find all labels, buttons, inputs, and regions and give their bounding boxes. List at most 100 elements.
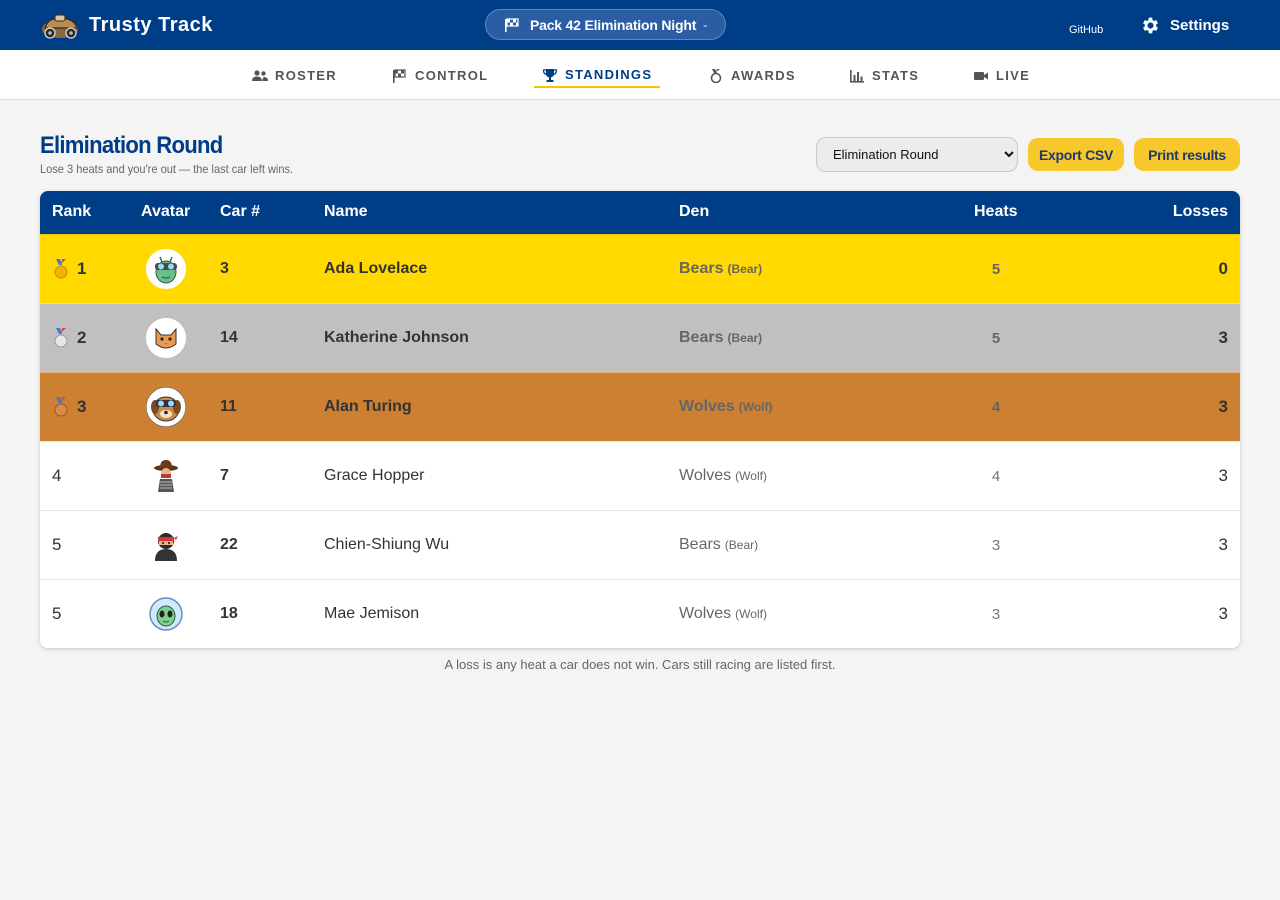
cat-avatar xyxy=(146,318,186,358)
bar-chart-icon xyxy=(850,69,864,83)
racer-name-cell: Mae Jemison xyxy=(324,605,420,622)
den-name: Wolves xyxy=(679,467,732,484)
chevron-down-icon: ⌄ xyxy=(701,19,709,29)
alien-goggles-avatar xyxy=(146,249,186,289)
rank-value: 5 xyxy=(52,604,62,623)
app-name: Trusty Track xyxy=(89,13,213,36)
losses-cell: 3 xyxy=(1218,328,1228,347)
den-cell: Bears (Bear) xyxy=(679,235,762,303)
tab-label: CONTROL xyxy=(415,68,489,83)
github-link[interactable]: GitHub xyxy=(1069,24,1103,36)
standings-table: Rank Avatar Car # Name Den Heats Losses … xyxy=(40,191,1240,648)
rank-value: 1 xyxy=(77,259,87,278)
brand[interactable]: Trusty Track xyxy=(40,8,213,42)
table-row[interactable]: 5 18 Mae Jemison Wolves (Wolf) 3 3 xyxy=(40,579,1240,648)
trophy-icon xyxy=(542,68,558,82)
settings-label: Settings xyxy=(1170,16,1230,34)
tab-roster[interactable]: ROSTER xyxy=(252,63,337,88)
tab-label: ROSTER xyxy=(275,68,337,83)
rank-cell: 5 xyxy=(52,580,61,648)
tab-label: STANDINGS xyxy=(565,67,653,82)
rank-value: 4 xyxy=(52,466,62,485)
top-bar: Trusty Track Pack 42 Elimination Night ⌄… xyxy=(0,0,1280,50)
medal-icon xyxy=(710,68,722,83)
racer-name-cell: Katherine Johnson xyxy=(324,329,469,346)
losses-cell: 0 xyxy=(1218,259,1228,278)
checkered-flag-icon xyxy=(505,17,519,32)
rank-value: 5 xyxy=(52,535,62,554)
den-cell: Bears (Bear) xyxy=(679,511,758,579)
rank-cell: 2 xyxy=(52,304,86,372)
gear-icon xyxy=(1143,17,1158,33)
page-title: Elimination Round xyxy=(40,132,223,159)
silver-medal-icon xyxy=(54,328,68,348)
den-type: (Wolf) xyxy=(738,400,773,414)
dog-goggles-avatar xyxy=(146,387,186,427)
car-number-cell: 18 xyxy=(220,605,238,622)
tab-label: STATS xyxy=(872,68,920,83)
table-header: Rank Avatar Car # Name Den Heats Losses xyxy=(40,191,1240,234)
den-name: Bears xyxy=(679,260,724,277)
heats-cell: 3 xyxy=(991,605,1001,623)
race-car-logo-icon xyxy=(42,14,78,39)
den-type: (Bear) xyxy=(727,262,763,276)
heats-cell: 4 xyxy=(991,467,1001,485)
den-type: (Wolf) xyxy=(735,469,767,483)
page-subtitle: Lose 3 heats and you're out — the last c… xyxy=(40,162,294,176)
cowboy-avatar xyxy=(154,460,178,492)
den-type: (Bear) xyxy=(724,538,759,552)
column-header-avatar: Avatar xyxy=(141,203,191,220)
rank-cell: 5 xyxy=(52,511,61,579)
column-header-car[interactable]: Car # xyxy=(220,203,260,221)
heats-cell: 3 xyxy=(991,536,1001,554)
settings-button[interactable]: Settings xyxy=(1140,13,1229,37)
racer-name-cell: Alan Turing xyxy=(324,398,412,415)
racer-name-cell: Chien-Shiung Wu xyxy=(324,536,450,553)
racer-name-cell: Grace Hopper xyxy=(324,467,425,484)
tab-standings[interactable]: STANDINGS xyxy=(534,63,661,88)
rank-value: 2 xyxy=(77,328,87,347)
heats-cell: 5 xyxy=(991,329,1001,347)
table-row[interactable]: 2 14 Katherine Johnson Bears (Bear) 5 3 xyxy=(40,303,1240,372)
den-name: Bears xyxy=(679,329,724,346)
table-row[interactable]: 3 11 Alan Turing Wolves (Wolf) 4 3 xyxy=(40,372,1240,441)
car-number-cell: 22 xyxy=(220,536,238,553)
tab-stats[interactable]: STATS xyxy=(849,63,919,88)
den-cell: Wolves (Wolf) xyxy=(679,442,767,510)
den-name: Wolves xyxy=(679,605,732,622)
losses-cell: 3 xyxy=(1218,466,1228,485)
ninja-avatar xyxy=(155,533,178,561)
den-type: (Wolf) xyxy=(735,607,767,621)
column-header-rank[interactable]: Rank xyxy=(52,203,91,221)
round-select[interactable]: Elimination Round xyxy=(816,137,1018,172)
racer-name-cell: Ada Lovelace xyxy=(324,260,428,277)
checkered-flag-icon xyxy=(393,68,406,83)
export-csv-button[interactable]: Export CSV xyxy=(1028,138,1124,171)
people-icon xyxy=(252,69,268,81)
den-type: (Bear) xyxy=(727,331,763,345)
event-selector[interactable]: Pack 42 Elimination Night ⌄ xyxy=(485,9,726,40)
car-number-cell: 7 xyxy=(220,467,229,484)
column-header-name[interactable]: Name xyxy=(324,203,368,221)
table-footnote: A loss is any heat a car does not win. C… xyxy=(444,657,836,672)
rank-cell: 3 xyxy=(52,373,86,441)
den-cell: Wolves (Wolf) xyxy=(679,580,767,648)
table-row[interactable]: 5 22 Chien-Shiung Wu Bears (Bear) 3 3 xyxy=(40,510,1240,579)
tab-control[interactable]: CONTROL xyxy=(392,63,488,88)
column-header-heats[interactable]: Heats xyxy=(974,203,1018,221)
table-row[interactable]: 4 7 Grace Hopper Wolves (Wolf) 4 3 xyxy=(40,441,1240,510)
bronze-medal-icon xyxy=(54,397,68,417)
tab-awards[interactable]: AWARDS xyxy=(708,63,796,88)
column-header-losses[interactable]: Losses xyxy=(1173,203,1228,221)
car-number-cell: 3 xyxy=(220,260,229,277)
alien-helmet-avatar xyxy=(149,597,183,631)
den-name: Wolves xyxy=(679,398,735,415)
den-name: Bears xyxy=(679,536,721,553)
heats-cell: 5 xyxy=(991,260,1001,278)
print-results-button[interactable]: Print results xyxy=(1134,138,1240,171)
column-header-den[interactable]: Den xyxy=(679,203,709,221)
event-name: Pack 42 Elimination Night xyxy=(530,16,697,33)
tab-live[interactable]: LIVE xyxy=(973,63,1030,88)
losses-cell: 3 xyxy=(1218,397,1228,416)
table-row[interactable]: 1 3 Ada Lovelace Bears (Bear) 5 0 xyxy=(40,234,1240,303)
